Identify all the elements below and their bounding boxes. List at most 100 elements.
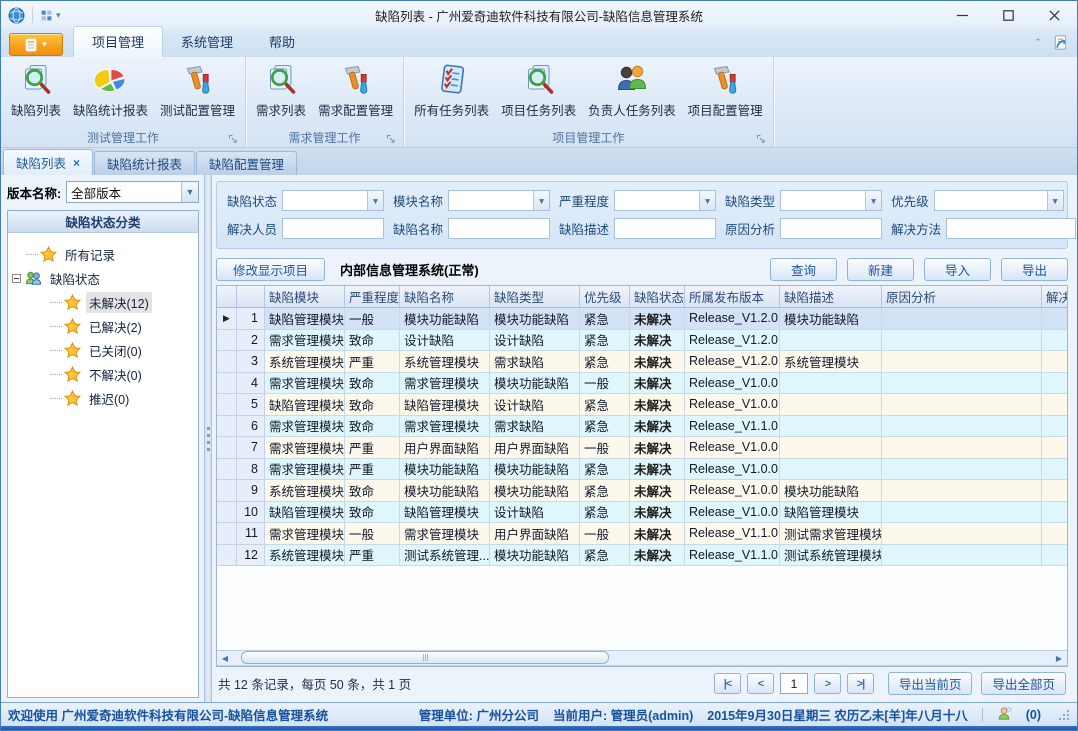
table-cell[interactable]: 严重 [345,459,400,481]
table-cell[interactable]: 紧急 [580,480,630,502]
table-cell[interactable] [780,394,882,416]
table-cell[interactable]: 未解决 [630,351,685,373]
filter-combobox[interactable]: ▼ [934,190,1064,211]
export-button[interactable]: 导出 [1001,258,1068,281]
table-cell[interactable]: 紧急 [580,416,630,438]
table-cell[interactable]: 用户界面缺陷 [400,437,490,459]
table-cell[interactable]: 需求管理模块 [265,459,345,481]
table-cell[interactable]: 模块功能缺陷 [400,459,490,481]
prev-page-button[interactable]: < [747,673,774,694]
table-cell[interactable]: 用户界面缺陷 [490,523,580,545]
ribbon-button[interactable]: 需求配置管理 [312,59,399,121]
ribbon-button[interactable]: 所有任务列表 [408,59,495,121]
table-cell[interactable] [780,416,882,438]
ribbon-button[interactable]: 测试配置管理 [154,59,241,121]
table-cell[interactable]: 严重 [345,351,400,373]
table-cell[interactable]: 需求管理模块 [400,416,490,438]
table-cell[interactable] [1042,308,1067,330]
table-cell[interactable]: 一般 [345,308,400,330]
import-button[interactable]: 导入 [924,258,991,281]
tree-item[interactable]: 已关闭(0) [10,338,196,362]
table-cell[interactable]: 模块功能缺陷 [490,545,580,567]
ribbon-button[interactable]: 缺陷列表 [5,59,67,121]
table-cell[interactable]: 用户界面缺陷 [490,437,580,459]
chevron-down-icon[interactable]: ▼ [367,191,383,210]
table-row[interactable]: 8需求管理模块严重模块功能缺陷模块功能缺陷紧急未解决Release_V1.0.0 [217,459,1067,481]
table-cell[interactable] [1042,394,1067,416]
table-cell[interactable]: Release_V1.0.0 [685,437,780,459]
first-page-button[interactable]: |< [714,673,741,694]
document-tab-1[interactable]: 缺陷列表× [3,149,93,175]
tree-item[interactable]: 未解决(12) [10,290,196,314]
ribbon-button[interactable]: 项目任务列表 [495,59,582,121]
table-cell[interactable]: 设计缺陷 [400,330,490,352]
ribbon-button[interactable]: 缺陷统计报表 [67,59,154,121]
table-cell[interactable] [882,416,1042,438]
table-cell[interactable]: 未解决 [630,502,685,524]
chevron-down-icon[interactable]: ▼ [181,182,198,202]
filter-text-input[interactable] [282,218,384,239]
table-cell[interactable]: 模块功能缺陷 [490,480,580,502]
table-cell[interactable]: 模块功能缺陷 [780,480,882,502]
application-menu-button[interactable]: ▾ [9,33,63,56]
tree-item[interactable]: 推迟(0) [10,386,196,410]
style-settings-icon[interactable] [1052,34,1069,51]
table-cell[interactable]: Release_V1.2.0 [685,351,780,373]
table-cell[interactable]: 未解决 [630,330,685,352]
table-cell[interactable]: 模块功能缺陷 [780,308,882,330]
table-cell[interactable]: 需求管理模块 [265,523,345,545]
table-cell[interactable] [1042,502,1067,524]
column-header[interactable]: 原因分析 [882,286,1042,308]
table-cell[interactable]: Release_V1.0.0 [685,459,780,481]
table-cell[interactable]: 缺陷管理模块 [780,502,882,524]
table-cell[interactable] [882,545,1042,567]
export-all-pages-button[interactable]: 导出全部页 [981,672,1066,695]
table-row[interactable]: 4需求管理模块致命需求管理模块模块功能缺陷一般未解决Release_V1.0.0 [217,373,1067,395]
table-row[interactable]: 7需求管理模块严重用户界面缺陷用户界面缺陷一般未解决Release_V1.0.0 [217,437,1067,459]
table-cell[interactable]: 未解决 [630,480,685,502]
table-cell[interactable]: 未解决 [630,308,685,330]
table-cell[interactable]: 需求管理模块 [265,330,345,352]
table-cell[interactable]: 需求管理模块 [265,373,345,395]
table-cell[interactable]: 缺陷管理模块 [265,394,345,416]
table-cell[interactable]: 测试需求管理模块 [780,523,882,545]
table-cell[interactable] [882,502,1042,524]
version-combobox[interactable]: 全部版本 ▼ [66,181,199,203]
table-cell[interactable]: 严重 [345,437,400,459]
next-page-button[interactable]: > [814,673,841,694]
scrollbar-track[interactable] [233,651,1051,665]
table-row[interactable]: 9系统管理模块致命模块功能缺陷模块功能缺陷紧急未解决Release_V1.0.0… [217,480,1067,502]
table-cell[interactable]: Release_V1.2.0 [685,308,780,330]
table-cell[interactable] [1042,373,1067,395]
table-cell[interactable] [882,351,1042,373]
chevron-down-icon[interactable]: ▾ [56,10,61,21]
table-cell[interactable]: 致命 [345,480,400,502]
table-cell[interactable]: 一般 [345,523,400,545]
table-row[interactable]: 2需求管理模块致命设计缺陷设计缺陷紧急未解决Release_V1.2.0 [217,330,1067,352]
chevron-down-icon[interactable]: ▼ [1047,191,1063,210]
table-cell[interactable]: 模块功能缺陷 [490,373,580,395]
filter-combobox[interactable]: ▼ [282,190,384,211]
table-cell[interactable] [882,459,1042,481]
column-header[interactable]: 缺陷类型 [490,286,580,308]
filter-text-input[interactable] [946,218,1076,239]
column-header[interactable]: 缺陷描述 [780,286,882,308]
table-cell[interactable]: Release_V1.1.0 [685,523,780,545]
last-page-button[interactable]: >| [847,673,874,694]
minimize-button[interactable] [939,1,985,29]
table-cell[interactable] [780,437,882,459]
table-cell[interactable]: 一般 [580,373,630,395]
table-cell[interactable]: Release_V1.1.0 [685,416,780,438]
table-cell[interactable]: 致命 [345,330,400,352]
table-cell[interactable]: 需求缺陷 [490,416,580,438]
close-button[interactable] [1031,1,1077,29]
table-cell[interactable]: 未解决 [630,459,685,481]
export-current-page-button[interactable]: 导出当前页 [888,672,973,695]
chevron-down-icon[interactable]: ▼ [533,191,549,210]
column-header[interactable]: 缺陷模块 [265,286,345,308]
table-row[interactable]: ▶1缺陷管理模块一般模块功能缺陷模块功能缺陷紧急未解决Release_V1.2.… [217,308,1067,330]
filter-combobox[interactable]: ▼ [448,190,550,211]
splitter-handle[interactable] [204,175,212,702]
table-cell[interactable]: 设计缺陷 [490,502,580,524]
table-cell[interactable]: 需求管理模块 [400,523,490,545]
